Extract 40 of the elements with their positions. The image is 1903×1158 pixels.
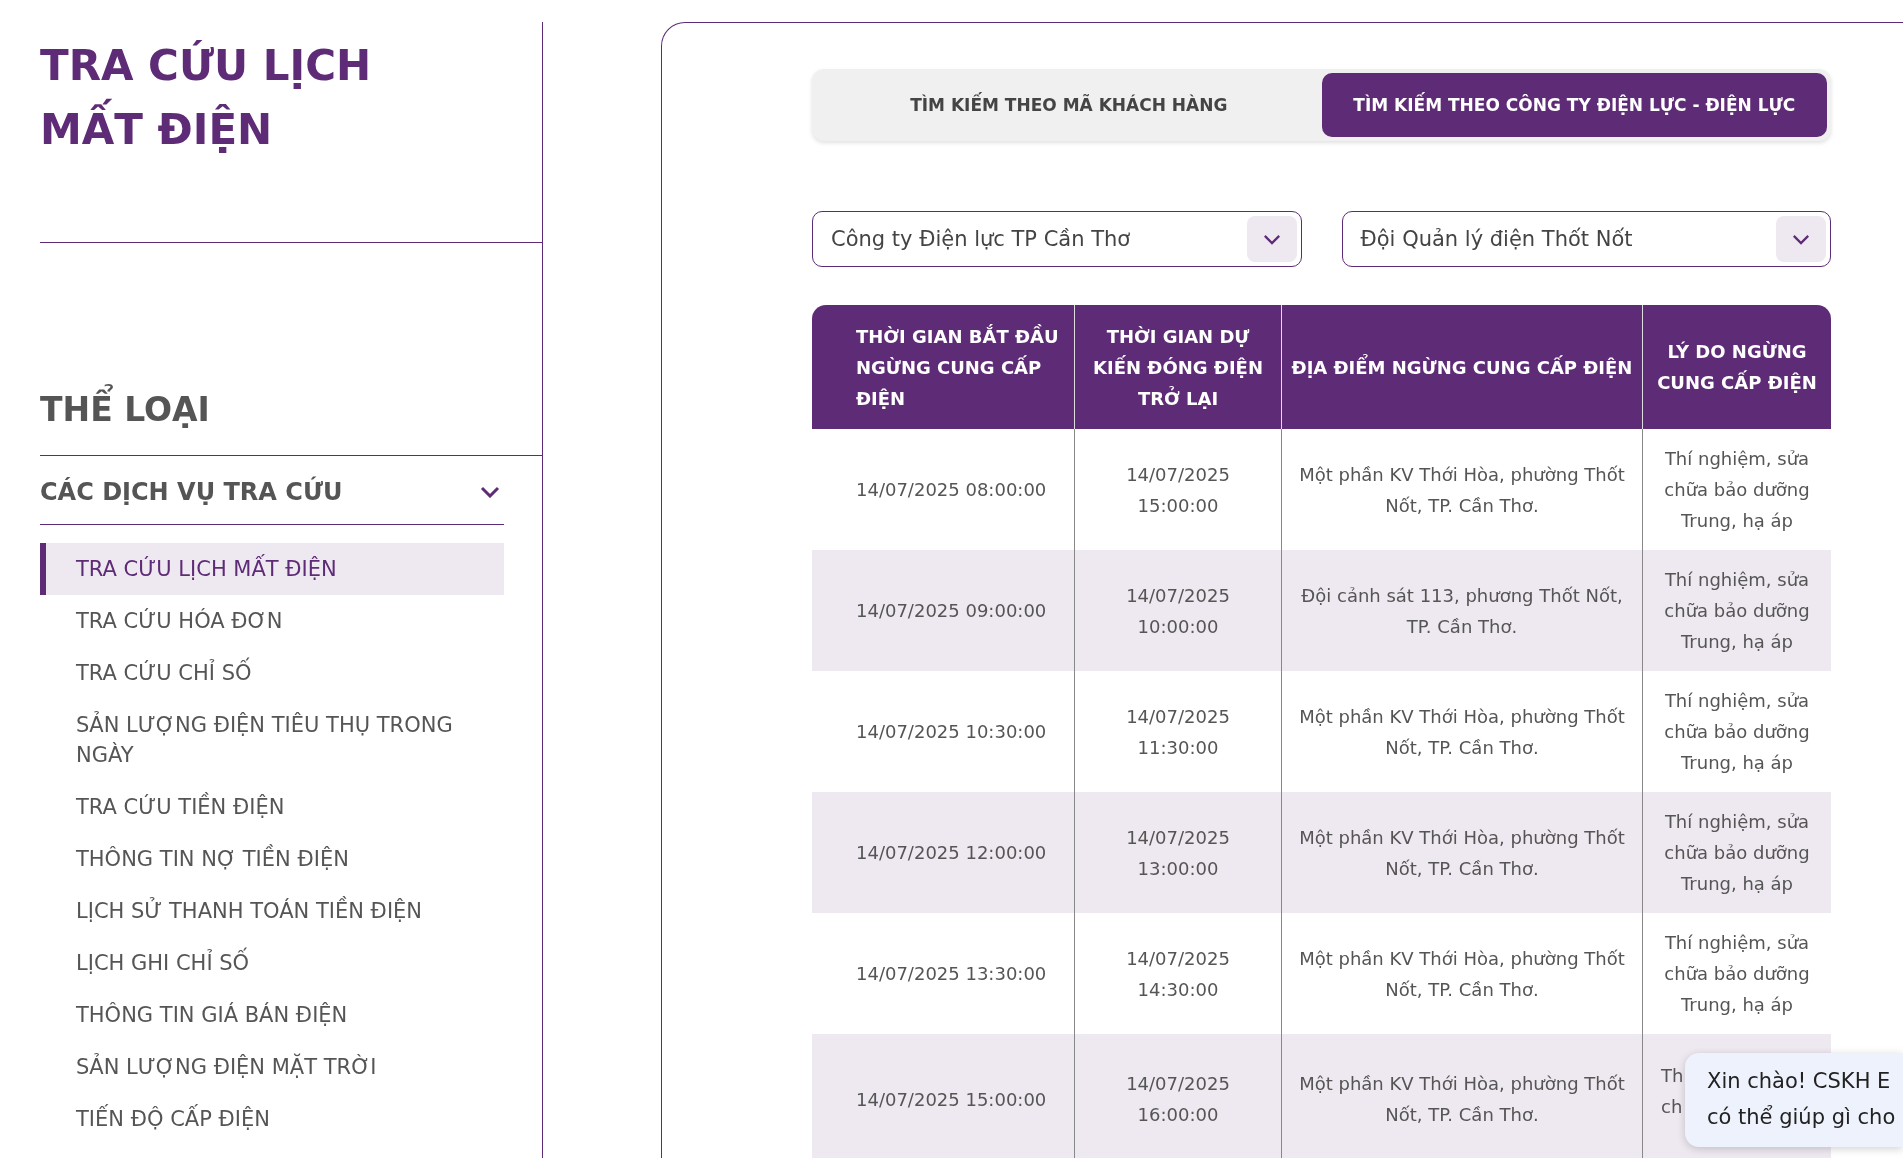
sidebar-item[interactable]: LỊCH GHI CHỈ SỐ — [40, 937, 504, 990]
table-cell: Thí nghiệm, sửa chữa bảo dưỡng Trung, hạ áp — [1642, 792, 1831, 913]
sidebar-item[interactable]: THÔNG TIN GIÁ BÁN ĐIỆN — [40, 989, 504, 1042]
page-title: TRA CỨU LỊCH MẤT ĐIỆN — [40, 39, 373, 156]
sidebar-item[interactable]: TRA CỨU LỊCH MẤT ĐIỆN — [40, 543, 504, 596]
search-tab[interactable]: TÌM KIẾM THEO MÃ KHÁCH HÀNG — [816, 73, 1322, 137]
table-cell: Đội cảnh sát 113, phương Thốt Nốt, TP. Cần Thơ. — [1281, 550, 1642, 671]
search-tab[interactable]: TÌM KIẾM THEO CÔNG TY ĐIỆN LỰC - ĐIỆN LỰC — [1321, 73, 1827, 137]
chevron-down-icon — [1792, 233, 1810, 245]
table-cell: Một phần KV Thới Hòa, phường Thốt Nốt, TP. Cần Thơ. — [1281, 1034, 1642, 1158]
chevron-down-icon[interactable] — [480, 486, 500, 499]
table-cell-text: 14/07/2025 13:30:00 — [855, 962, 1048, 986]
sidebar-item[interactable]: TRA CỨU CHỈ SỐ — [40, 647, 504, 700]
table-cell-text: 14/07/2025 10:30:00 — [855, 720, 1048, 744]
column-header: LÝ DO NGỪNG CUNG CẤP ĐIỆN — [1642, 305, 1831, 429]
table-cell: 14/07/2025 15:00:00 — [812, 1034, 1074, 1158]
column-header: THỜI GIAN BẮT ĐẦU NGỪNG CUNG CẤP ĐIỆN — [812, 305, 1074, 429]
sidebar-item[interactable]: SẢN LƯỢNG ĐIỆN MẶT TRỜI — [40, 1041, 504, 1094]
dropdown-field[interactable]: Đội Quản lý điện Thốt Nốt — [1341, 211, 1831, 267]
table-cell-text: 14/07/2025 08:00:00 — [855, 478, 1048, 502]
category-heading: THỂ LOẠI — [40, 383, 542, 438]
table-cell: Một phần KV Thới Hòa, phường Thốt Nốt, TP. Cần Thơ. — [1281, 792, 1642, 913]
column-header: THỜI GIAN DỰ KIẾN ĐÓNG ĐIỆN TRỞ LẠI — [1074, 305, 1281, 429]
table-cell: 14/07/2025 10:00:00 — [1074, 550, 1281, 671]
table-cell: Thí nghiệm, sửa chữa bảo dưỡng Trung, hạ áp — [1642, 550, 1831, 671]
sidebar-item[interactable]: THÔNG TIN NỢ TIỀN ĐIỆN — [40, 833, 504, 886]
sidebar-item[interactable]: LỊCH SỬ THANH TOÁN TIỀN ĐIỆN — [40, 885, 504, 938]
column-header: ĐỊA ĐIỂM NGỪNG CUNG CẤP ĐIỆN — [1281, 305, 1642, 429]
dropdown-field[interactable]: Công ty Điện lực TP Cần Thơ — [812, 211, 1302, 267]
group-heading[interactable]: CÁC DỊCH VỤ TRA CỨU — [40, 478, 343, 507]
table-cell: 14/07/2025 16:00:00 — [1074, 1034, 1281, 1158]
sidebar-item[interactable]: SẢN LƯỢNG ĐIỆN TIÊU THỤ TRONG NGÀY — [40, 699, 504, 782]
table-cell: 14/07/2025 09:00:00 — [812, 550, 1074, 671]
sidebar-item[interactable]: TRA CỨU TIỀN ĐIỆN — [40, 781, 504, 834]
sidebar-item[interactable]: TIẾN ĐỘ CẤP ĐIỆN — [40, 1093, 504, 1146]
chevron-down-icon — [1262, 233, 1281, 245]
sidebar-item[interactable]: TRA CỨU HÓA ĐƠN — [40, 595, 504, 648]
table-cell: 14/07/2025 13:00:00 — [1074, 792, 1281, 913]
chat-bubble[interactable]: Xin chào! CSKH E có thể giúp gì cho — [1685, 1053, 1903, 1147]
table-cell: 14/07/2025 12:00:00 — [812, 792, 1074, 913]
